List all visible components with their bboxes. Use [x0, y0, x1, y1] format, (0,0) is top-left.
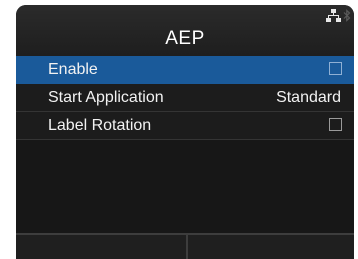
page-title: AEP	[165, 28, 205, 49]
settings-menu: Enable Start Application Standard Label …	[16, 56, 354, 140]
softkey-right[interactable]	[188, 235, 354, 259]
enable-checkbox[interactable]	[329, 62, 342, 75]
menu-item-start-application[interactable]: Start Application Standard	[16, 84, 354, 112]
label-rotation-checkbox[interactable]	[329, 118, 342, 131]
menu-item-label: Enable	[48, 61, 98, 78]
menu-item-label-rotation[interactable]: Label Rotation	[16, 112, 354, 140]
menu-item-label: Start Application	[48, 89, 164, 106]
bluetooth-icon	[343, 9, 351, 22]
softkey-bar	[16, 233, 354, 259]
menu-item-label: Label Rotation	[48, 117, 152, 134]
menu-item-enable[interactable]: Enable	[16, 56, 354, 84]
menu-item-value: Standard	[276, 89, 341, 106]
printer-display: AEP Enable Start Application Standard La…	[16, 5, 354, 259]
network-icon	[326, 9, 341, 22]
softkey-left[interactable]	[16, 235, 188, 259]
header: AEP	[16, 5, 354, 56]
